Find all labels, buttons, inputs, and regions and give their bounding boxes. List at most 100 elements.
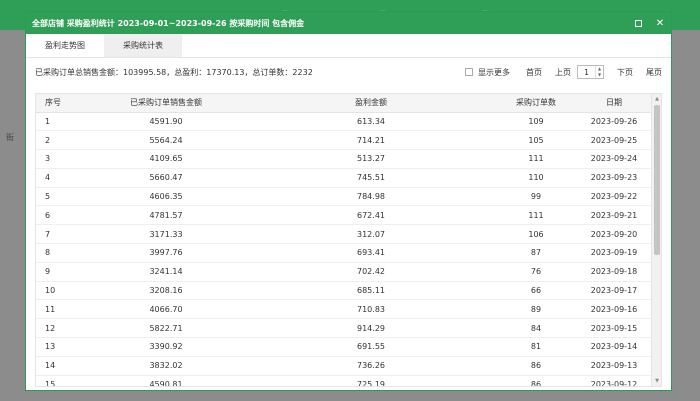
cell-sales: 3171.33 [86,224,246,245]
page-number-input[interactable]: 1 ▲ ▼ [577,65,604,79]
cell-profit: 691.55 [246,337,496,357]
spin-down-icon[interactable]: ▼ [596,72,603,78]
cell-index: 8 [36,243,86,263]
close-button[interactable]: ✕ [649,12,671,34]
scrollbar-thumb[interactable] [654,105,660,255]
cell-index: 13 [36,337,86,357]
cell-date: 2023-09-21 [576,205,652,226]
table-row[interactable]: 4 5660.47 745.51 110 2023-09-23 [36,168,652,188]
close-icon: ✕ [655,17,665,29]
table-row[interactable]: 3 4109.65 513.27 111 2023-09-24 [36,149,652,169]
cell-index: 15 [36,375,86,386]
cell-orders: 86 [496,375,576,386]
cell-profit: 702.42 [246,262,496,282]
next-page-link[interactable]: 下页 [617,67,633,78]
table-row[interactable]: 2 5564.24 714.21 105 2023-09-25 [36,130,652,151]
cell-profit: 784.98 [246,187,496,207]
table-row[interactable]: 6 4781.57 672.41 111 2023-09-21 [36,205,652,226]
cell-profit: 672.41 [246,205,496,226]
background-text: 街 [6,133,14,142]
cell-date: 2023-09-16 [576,299,652,320]
scroll-up-icon[interactable]: ▲ [652,94,661,104]
page-number-value: 1 [584,67,590,77]
table-row[interactable]: 12 5822.71 914.29 84 2023-09-15 [36,318,652,339]
table-row[interactable]: 14 3832.02 736.26 86 2023-09-13 [36,356,652,376]
show-more-label[interactable]: 显示更多 [478,67,510,78]
table-row[interactable]: 15 4590.81 725.19 86 2023-09-12 [36,375,652,386]
pager: 显示更多 首页 上页 1 ▲ ▼ 下页 尾页 [465,65,662,79]
cell-sales: 5660.47 [86,168,246,188]
cell-date: 2023-09-22 [576,187,652,207]
last-page-link[interactable]: 尾页 [646,67,662,78]
cell-date: 2023-09-20 [576,224,652,245]
cell-profit: 736.26 [246,356,496,376]
column-header-sales[interactable]: 已采购订单销售金额 [86,94,246,113]
cell-profit: 725.19 [246,375,496,386]
cell-sales: 3997.76 [86,243,246,263]
first-page-link[interactable]: 首页 [526,67,542,78]
cell-sales: 3390.92 [86,337,246,357]
dialog-title: 全部店铺 采购盈利统计 2023-09-01~2023-09-26 按采购时间 … [32,18,305,28]
cell-date: 2023-09-15 [576,318,652,339]
cell-profit: 714.21 [246,130,496,151]
cell-orders: 109 [496,112,576,132]
cell-index: 9 [36,262,86,282]
table-row[interactable]: 5 4606.35 784.98 99 2023-09-22 [36,187,652,207]
stats-table-container: 序号 已采购订单销售金额 盈利金额 采购订单数 日期 1 4591.90 613.3… [35,93,662,387]
table-header-row: 序号 已采购订单销售金额 盈利金额 采购订单数 日期 [36,94,652,113]
cell-index: 7 [36,224,86,245]
table-row[interactable]: 1 4591.90 613.34 109 2023-09-26 [36,112,652,132]
cell-orders: 111 [496,205,576,226]
cell-date: 2023-09-25 [576,130,652,151]
column-header-index[interactable]: 序号 [36,94,86,113]
cell-index: 12 [36,318,86,339]
cell-orders: 111 [496,149,576,169]
show-more-checkbox[interactable] [465,68,473,76]
cell-date: 2023-09-24 [576,149,652,169]
restore-button[interactable] [627,12,649,34]
cell-orders: 99 [496,187,576,207]
table-row[interactable]: 7 3171.33 312.07 106 2023-09-20 [36,224,652,245]
cell-index: 4 [36,168,86,188]
vertical-scrollbar[interactable]: ▲ ▼ [651,94,661,386]
cell-sales: 4590.81 [86,375,246,386]
cell-sales: 5822.71 [86,318,246,339]
cell-index: 6 [36,205,86,226]
prev-page-link[interactable]: 上页 [555,67,571,78]
cell-date: 2023-09-17 [576,281,652,301]
column-header-profit[interactable]: 盈利金额 [246,94,496,113]
cell-index: 11 [36,299,86,320]
cell-date: 2023-09-18 [576,262,652,282]
cell-index: 2 [36,130,86,151]
cell-date: 2023-09-12 [576,375,652,386]
cell-index: 3 [36,149,86,169]
tab-profit-trend[interactable]: 盈利走势图 [26,34,104,57]
stats-table: 序号 已采购订单销售金额 盈利金额 采购订单数 日期 1 4591.90 613.3… [36,94,652,386]
column-header-date[interactable]: 日期 [576,94,652,113]
cell-orders: 66 [496,281,576,301]
cell-orders: 105 [496,130,576,151]
table-row[interactable]: 13 3390.92 691.55 81 2023-09-14 [36,337,652,357]
column-header-orders[interactable]: 采购订单数 [496,94,576,113]
tab-purchase-stats[interactable]: 采购统计表 [104,34,182,57]
cell-profit: 513.27 [246,149,496,169]
cell-index: 10 [36,281,86,301]
tab-label: 采购统计表 [123,41,163,50]
table-row[interactable]: 9 3241.14 702.42 76 2023-09-18 [36,262,652,282]
summary-text: 已采购订单总销售金额：103995.58，总盈利：17370.13，总订单数：2… [35,67,313,77]
scroll-down-icon[interactable]: ▼ [652,376,661,386]
tab-label: 盈利走势图 [45,41,85,50]
table-row[interactable]: 11 4066.70 710.83 89 2023-09-16 [36,299,652,320]
cell-date: 2023-09-14 [576,337,652,357]
table-row[interactable]: 8 3997.76 693.41 87 2023-09-19 [36,243,652,263]
cell-date: 2023-09-23 [576,168,652,188]
table-row[interactable]: 10 3208.16 685.11 66 2023-09-17 [36,281,652,301]
cell-sales: 4109.65 [86,149,246,169]
cell-date: 2023-09-19 [576,243,652,263]
page-spinner[interactable]: ▲ ▼ [595,66,603,78]
restore-icon [634,19,642,27]
cell-profit: 613.34 [246,112,496,132]
cell-sales: 3832.02 [86,356,246,376]
tab-bar: 盈利走势图 采购统计表 [26,34,671,58]
cell-index: 1 [36,112,86,132]
